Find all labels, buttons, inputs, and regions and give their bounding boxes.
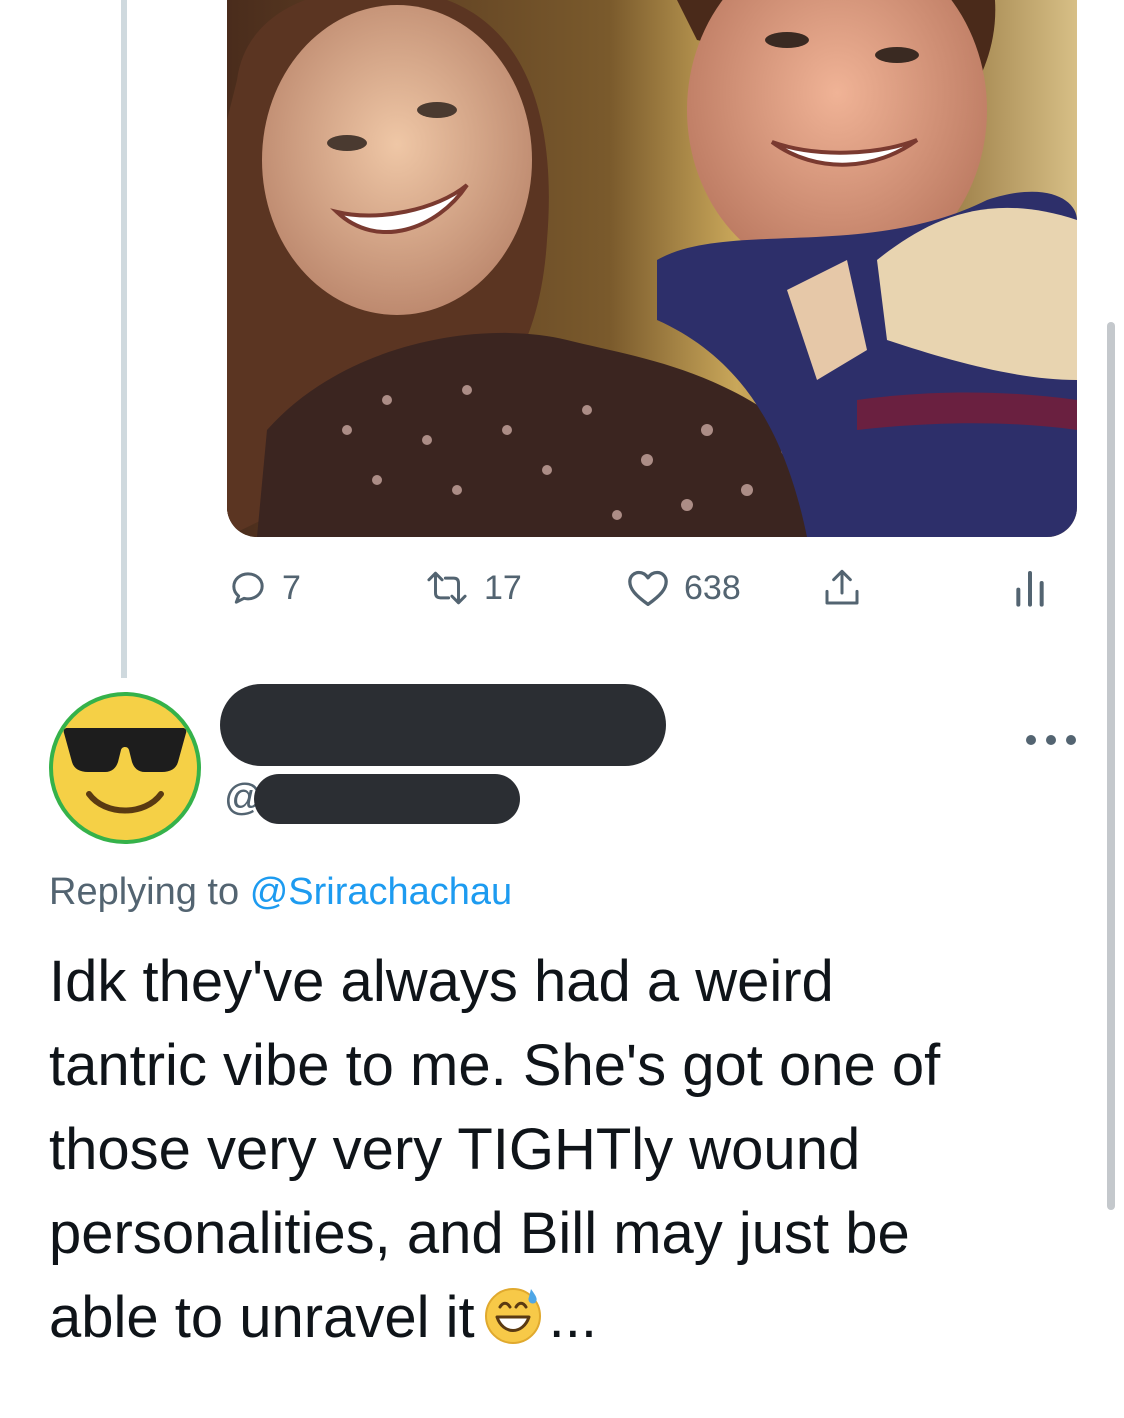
redacted-display-name (220, 684, 666, 766)
reply-text-line: personalities, and Bill may just be (49, 1201, 910, 1266)
reply-button[interactable]: 7 (228, 560, 301, 616)
more-options-button[interactable] (1026, 726, 1076, 754)
avatar[interactable] (47, 690, 203, 846)
reply-text-line: able to unravel it (49, 1285, 475, 1350)
reply-count: 7 (282, 568, 301, 607)
reply-text-line: those very very TIGHTly wound (49, 1117, 861, 1182)
replying-to-mention[interactable]: @Srirachachau (250, 871, 512, 913)
share-button[interactable] (822, 560, 862, 616)
retweet-button[interactable]: 17 (424, 560, 522, 616)
share-icon (825, 569, 859, 605)
grinning-face-with-sweat-icon (483, 1284, 543, 1368)
like-button[interactable]: 638 (626, 560, 741, 616)
reply-text: Idk they've always had a weird tantric v… (49, 940, 1059, 1368)
reply-text-line: tantric vibe to me. She's got one of (49, 1033, 941, 1098)
reply-icon (232, 572, 264, 604)
reply-text-line: Idk they've always had a weird (49, 949, 834, 1014)
analytics-button[interactable] (1012, 560, 1048, 616)
retweet-count: 17 (484, 568, 522, 607)
more-dot-icon (1026, 735, 1036, 745)
analytics-icon (1016, 571, 1044, 607)
replying-to: Replying to @Srirachachau (49, 866, 512, 918)
heart-icon (628, 570, 668, 606)
photo-illustration (227, 0, 1077, 537)
reply-text-last-line: able to unravel it... (49, 1276, 1059, 1368)
smiling-face-with-sunglasses-icon (49, 692, 201, 844)
retweet-icon (427, 571, 467, 605)
reply-text-ellipsis: ... (548, 1285, 597, 1350)
redacted-handle (254, 774, 520, 824)
more-dot-icon (1046, 735, 1056, 745)
replying-to-label: Replying to (49, 871, 240, 913)
like-count: 638 (684, 568, 741, 607)
more-dot-icon (1066, 735, 1076, 745)
scrollbar-thumb[interactable] (1107, 322, 1115, 1210)
tweet-photo[interactable] (227, 0, 1077, 537)
tweet-action-bar: 7 17 638 (0, 560, 1124, 616)
